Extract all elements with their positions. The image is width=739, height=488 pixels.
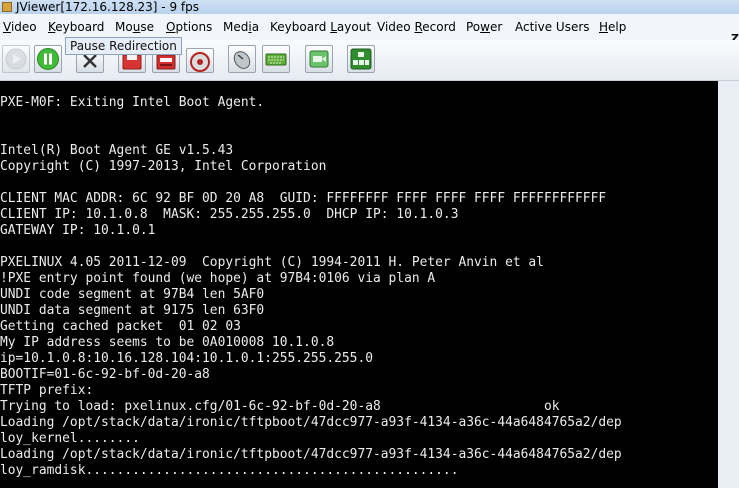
console-line: CLIENT MAC ADDR: 6C 92 BF 0D 20 A8 GUID:…	[0, 191, 607, 206]
menu-help[interactable]: Help	[599, 19, 626, 35]
console-line: GATEWAY IP: 10.1.0.1	[0, 223, 156, 238]
active-users-icon	[350, 48, 372, 70]
window-title: JViewer[172.16.128.23] - 9 fps	[16, 0, 199, 14]
menu-mouse[interactable]: Mouse	[115, 19, 154, 35]
console-line: Getting cached packet 01 02 03	[0, 319, 241, 334]
console-line: CLIENT IP: 10.1.0.8 MASK: 255.255.255.0 …	[0, 207, 459, 222]
menu-power[interactable]: Power	[466, 19, 502, 35]
remote-console-screen[interactable]: PXE-M0F: Exiting Intel Boot Agent. Intel(…	[0, 81, 718, 488]
console-line: UNDI data segment at 9175 len 63F0	[0, 303, 265, 318]
play-icon	[5, 48, 27, 70]
console-line: !PXE entry point found (we hope) at 97B4…	[0, 271, 436, 286]
menu-options[interactable]: Options	[166, 19, 212, 35]
console-line: ip=10.1.0.8:10.16.128.104:10.1.0.1:255.2…	[0, 351, 373, 366]
menu-video[interactable]: Video	[3, 19, 37, 35]
video-record-icon	[309, 50, 329, 68]
pause-icon	[37, 48, 59, 70]
play-button[interactable]	[2, 45, 30, 73]
menu-keyboard[interactable]: Keyboard	[48, 19, 104, 35]
active-users-button[interactable]	[347, 45, 375, 73]
pause-tooltip: Pause Redirection	[65, 37, 182, 55]
keyboard-button[interactable]	[262, 45, 290, 73]
console-line: Intel(R) Boot Agent GE v1.5.43	[0, 143, 234, 158]
keyboard-icon	[265, 53, 287, 66]
console-line: loy_kernel........	[0, 431, 140, 446]
console-line: PXE-M0F: Exiting Intel Boot Agent.	[0, 95, 265, 110]
console-line: UNDI code segment at 97B4 len 5AF0	[0, 287, 265, 302]
console-line: loy_ramdisk.............................…	[0, 463, 459, 478]
console-line: Trying to load: pxelinux.cfg/01-6c-92-bf…	[0, 399, 560, 414]
java-app-icon	[2, 2, 12, 12]
mouse-button[interactable]	[228, 45, 256, 73]
console-line: BOOTIF=01-6c-92-bf-0d-20-a8	[0, 367, 210, 382]
menu-video-record[interactable]: Video Record	[377, 19, 456, 35]
mouse-icon	[233, 51, 251, 69]
menu-keyboard-layout[interactable]: Keyboard Layout	[270, 19, 371, 35]
video-record-button[interactable]	[305, 45, 333, 73]
console-line: TFTP prefix:	[0, 383, 94, 398]
console-line: Copyright (C) 1997-2013, Intel Corporati…	[0, 159, 327, 174]
right-margin	[718, 81, 739, 488]
red-cd-icon	[190, 52, 210, 72]
console-line: Loading /opt/stack/data/ironic/tftpboot/…	[0, 415, 622, 430]
pause-button[interactable]	[34, 45, 62, 73]
menu-active-users[interactable]: Active Users	[515, 19, 590, 35]
menu-media[interactable]: Media	[223, 19, 259, 35]
cd-redirection-button[interactable]	[186, 48, 214, 73]
console-line: My IP address seems to be 0A010008 10.1.…	[0, 335, 335, 350]
console-line: Loading /opt/stack/data/ironic/tftpboot/…	[0, 447, 622, 462]
window-title-bar[interactable]: JViewer[172.16.128.23] - 9 fps	[0, 0, 739, 14]
console-line: PXELINUX 4.05 2011-12-09 Copyright (C) 1…	[0, 255, 544, 270]
